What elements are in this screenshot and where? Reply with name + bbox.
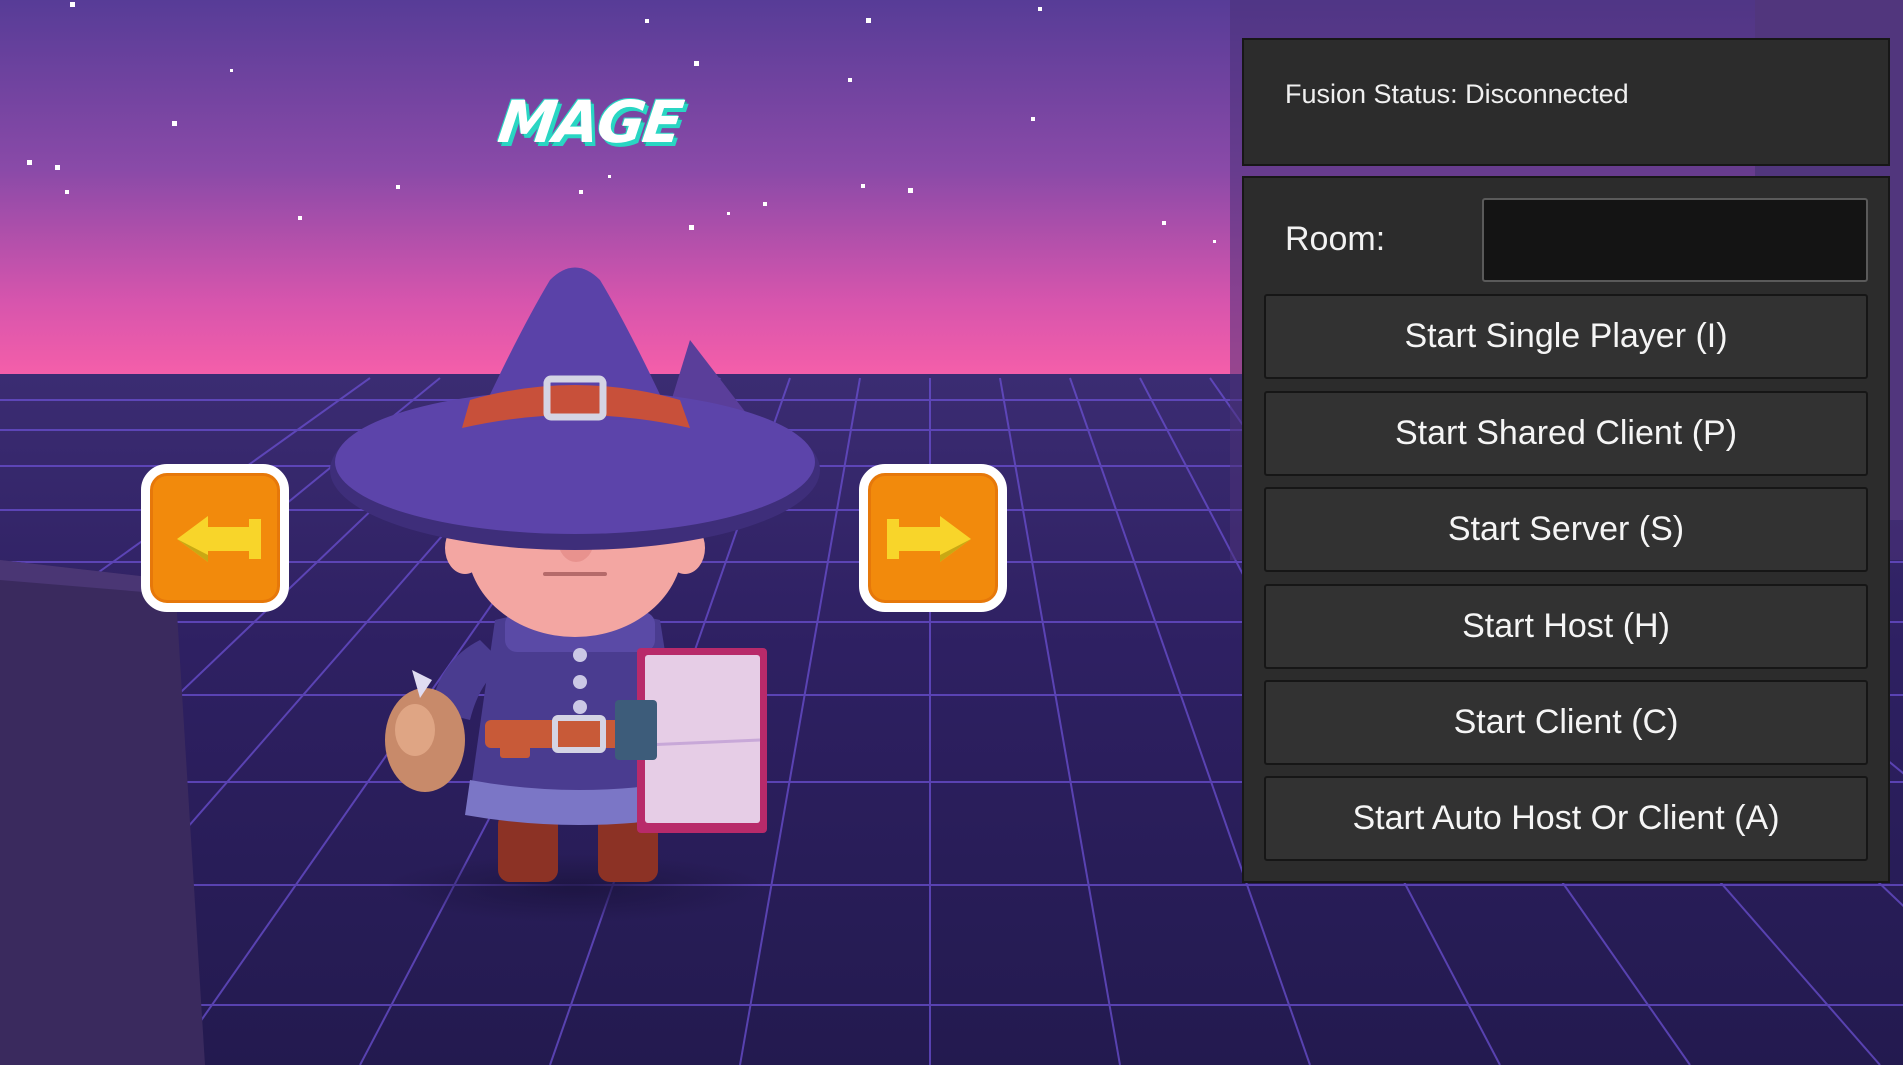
previous-character-button[interactable] — [141, 464, 289, 612]
fusion-status-text: Fusion Status: Disconnected — [1285, 79, 1629, 109]
next-character-button[interactable] — [859, 464, 1007, 612]
left-block — [0, 560, 205, 1065]
character-shadow — [385, 854, 765, 922]
start-auto-host-or-client-button[interactable]: Start Auto Host Or Client (A) — [1264, 776, 1868, 861]
arrow-right-icon — [887, 516, 971, 562]
start-server-button[interactable]: Start Server (S) — [1264, 487, 1868, 572]
start-single-player-button[interactable]: Start Single Player (I) — [1264, 294, 1868, 379]
room-input[interactable] — [1482, 198, 1868, 282]
arrow-left-icon — [177, 516, 261, 562]
network-control-panel: Room: Start Single Player (I) Start Shar… — [1242, 176, 1890, 883]
character-name-title: MAGE — [494, 88, 686, 156]
fusion-status-panel: Fusion Status: Disconnected — [1242, 38, 1890, 166]
start-host-button[interactable]: Start Host (H) — [1264, 584, 1868, 669]
room-label: Room: — [1285, 220, 1386, 258]
start-shared-client-button[interactable]: Start Shared Client (P) — [1264, 391, 1868, 476]
start-client-button[interactable]: Start Client (C) — [1264, 680, 1868, 765]
game-scene: MAGE Fusion Status: Disconnected Room: S… — [0, 0, 1903, 1065]
